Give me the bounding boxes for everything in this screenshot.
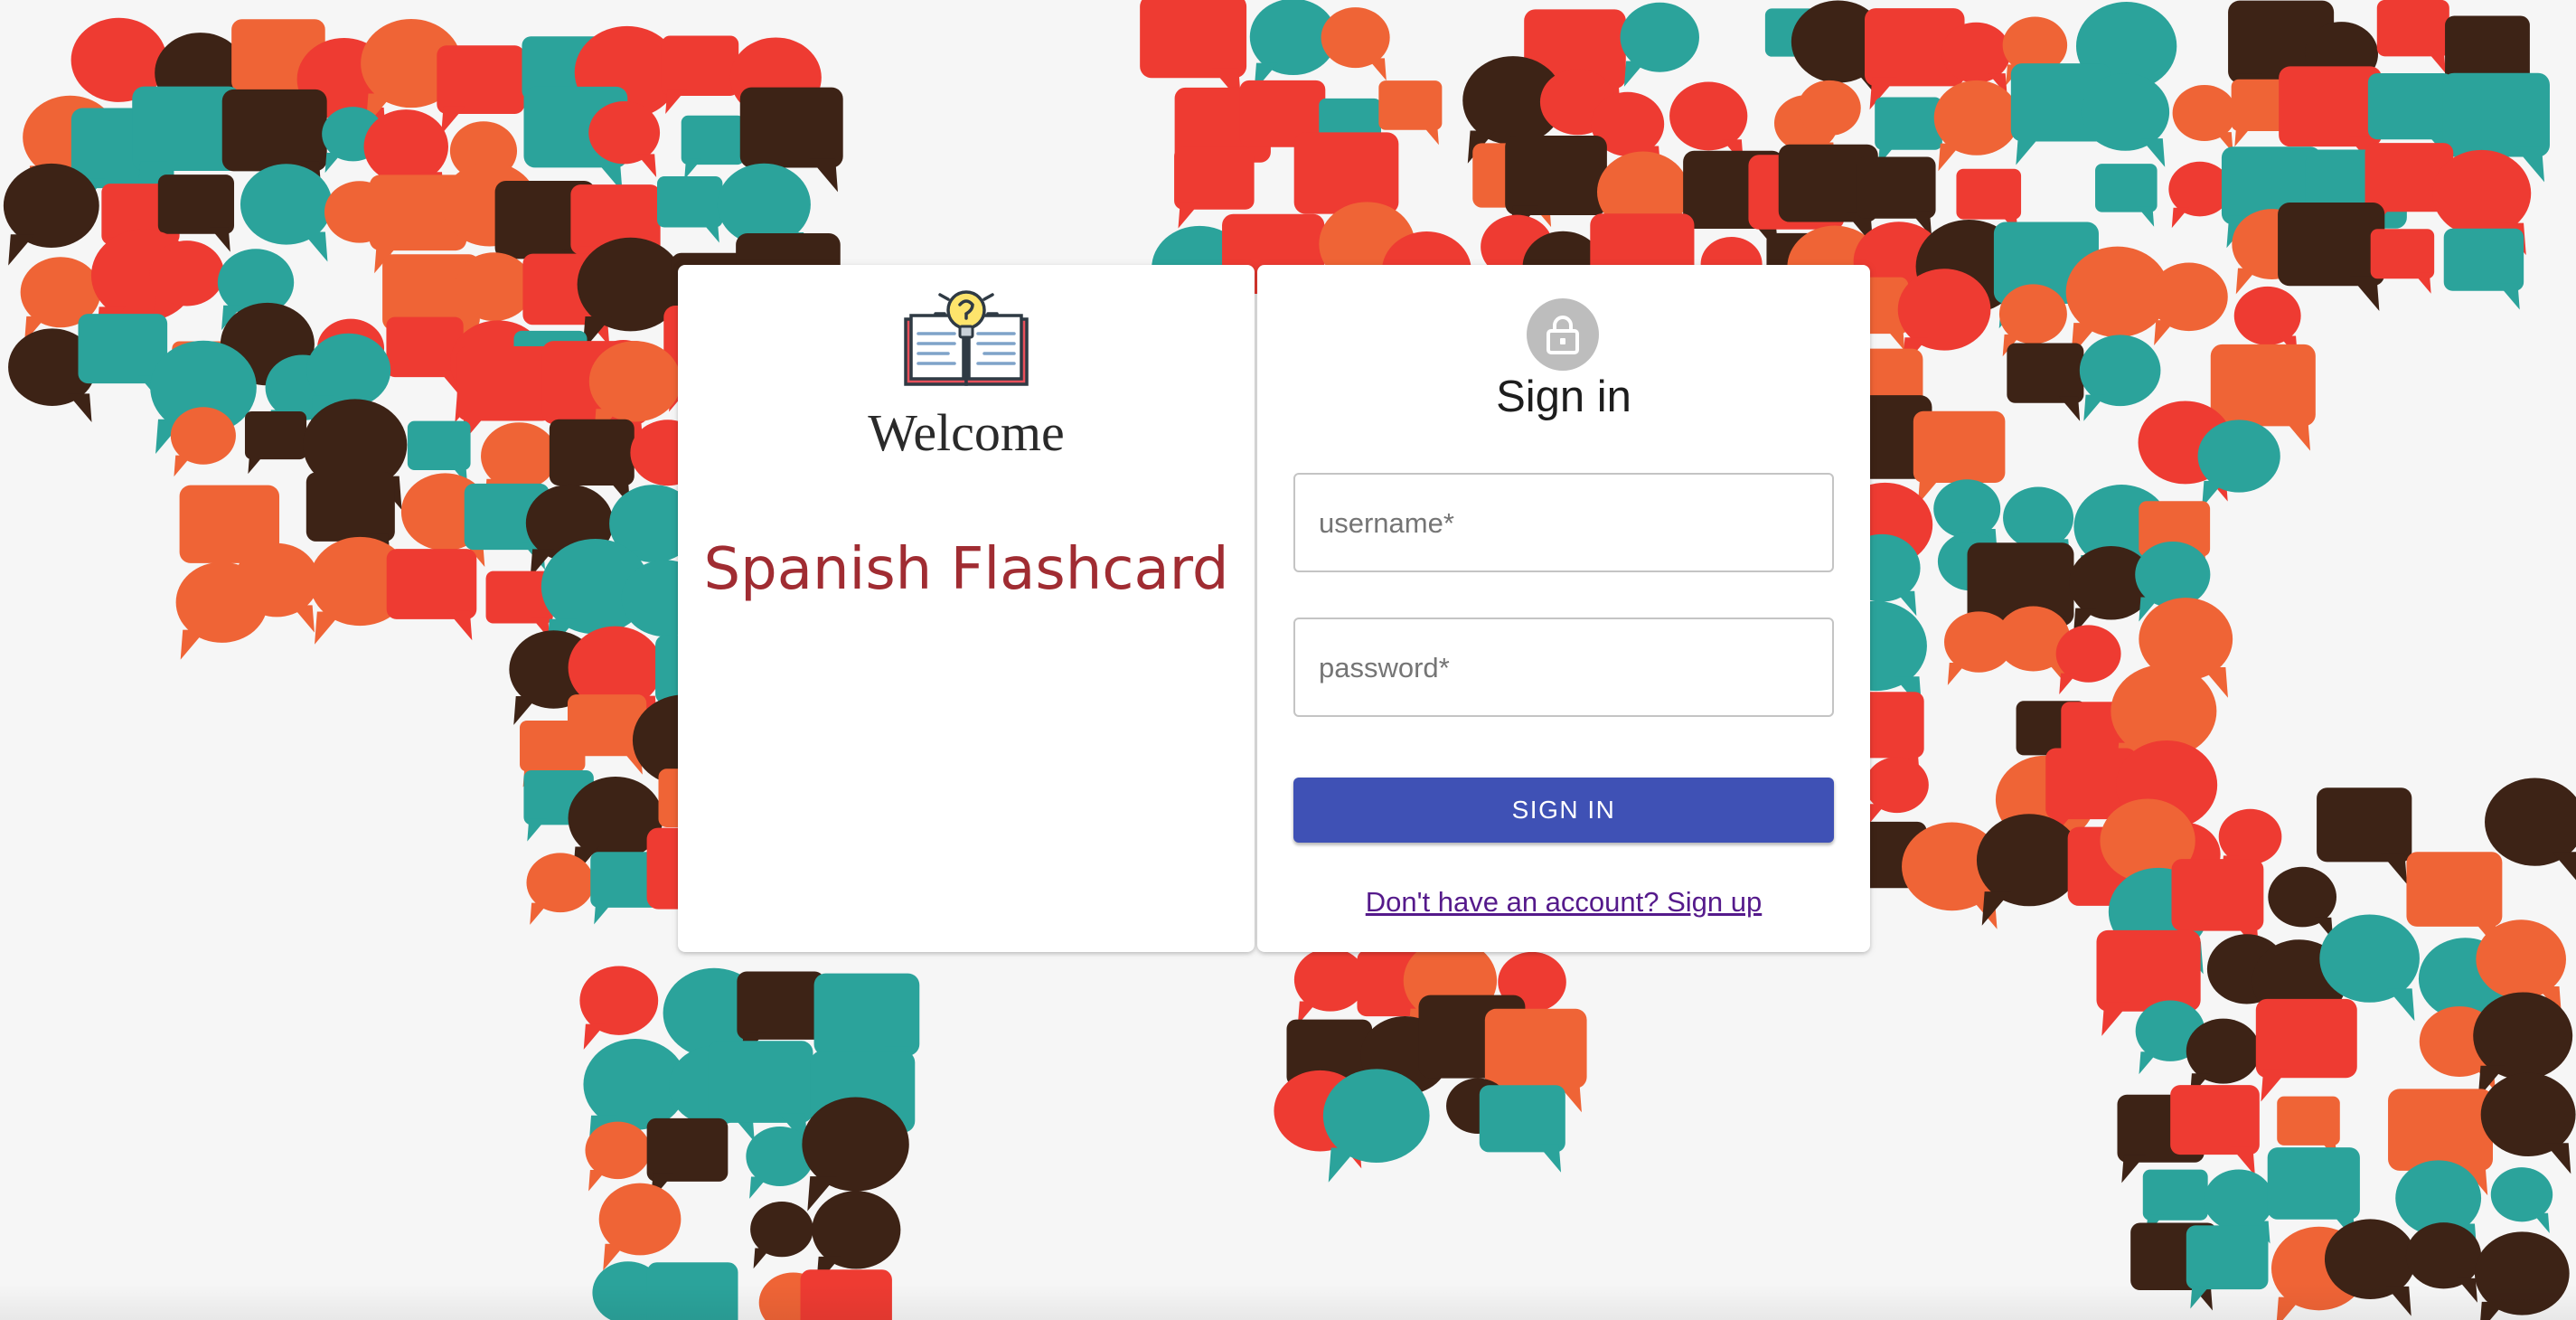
speech-bubble-icon (2081, 73, 2170, 167)
speech-bubble-icon (1479, 1085, 1565, 1173)
bottom-shadow (0, 1284, 2576, 1320)
signin-card: Sign in username* password* SIGN IN Don'… (1257, 265, 1870, 952)
speech-bubble-icon (2079, 335, 2161, 421)
speech-bubble-icon (437, 45, 525, 135)
speech-bubble-icon (681, 115, 745, 180)
speech-bubble-icon (1293, 948, 1367, 1025)
speech-bubble-icon (386, 549, 477, 641)
speech-bubble-icon (2490, 1167, 2553, 1233)
speech-bubble-icon (1321, 7, 1390, 81)
speech-bubble-icon (1620, 2, 1699, 87)
speech-bubble-icon (2278, 203, 2385, 312)
speech-bubble-icon (1865, 757, 1929, 825)
speech-bubble-icon (2480, 1072, 2576, 1174)
speech-bubble-icon (585, 1121, 651, 1192)
speech-bubble-icon (2197, 420, 2280, 508)
speech-bubble-icon (657, 176, 723, 243)
welcome-card: Welcome Spanish Flashcard (678, 265, 1255, 952)
speech-bubble-icon (598, 1183, 682, 1271)
speech-bubble-icon (750, 1202, 813, 1269)
welcome-title: Welcome (868, 403, 1065, 462)
speech-bubble-icon (2172, 84, 2237, 154)
speech-bubble-icon (2007, 343, 2084, 421)
signin-title: Sign in (1496, 372, 1631, 421)
speech-bubble-icon (2268, 866, 2336, 940)
speech-bubble-icon (244, 411, 307, 475)
speech-bubble-icon (2095, 164, 2158, 227)
speech-bubble-icon (661, 35, 739, 115)
speech-bubble-icon (526, 853, 595, 925)
sign-in-button[interactable]: SIGN IN (1293, 778, 1834, 843)
app-title: Spanish Flashcard (703, 536, 1229, 603)
speech-bubble-icon (2255, 998, 2357, 1102)
speech-bubble-icon (1875, 97, 1942, 166)
speech-bubble-icon (2376, 0, 2449, 74)
speech-bubble-icon (2055, 625, 2121, 695)
speech-bubble-icon (579, 966, 659, 1050)
password-field[interactable]: password* (1293, 618, 1834, 717)
sign-up-link[interactable]: Don't have an account? Sign up (1257, 886, 1870, 919)
speech-bubble-icon (1322, 1069, 1430, 1183)
speech-bubble-icon (2443, 228, 2524, 310)
lock-icon (1547, 316, 1579, 354)
speech-bubble-icon (170, 407, 236, 477)
avatar (1527, 298, 1599, 371)
speech-bubble-icon (149, 240, 224, 320)
speech-bubble-icon (2370, 229, 2435, 294)
speech-bubble-icon (1933, 80, 2019, 172)
username-input[interactable] (1295, 475, 1832, 570)
speech-bubble-icon (3, 163, 99, 266)
password-input[interactable] (1295, 619, 1832, 715)
speech-bubble-icon (1976, 814, 2082, 926)
book-lightbulb-icon (904, 290, 1029, 386)
speech-bubble-icon (240, 164, 333, 262)
speech-bubble-icon (2168, 161, 2232, 229)
username-field[interactable]: username* (1293, 473, 1834, 572)
speech-bubble-icon (2317, 787, 2412, 885)
speech-bubble-icon (2149, 262, 2228, 346)
